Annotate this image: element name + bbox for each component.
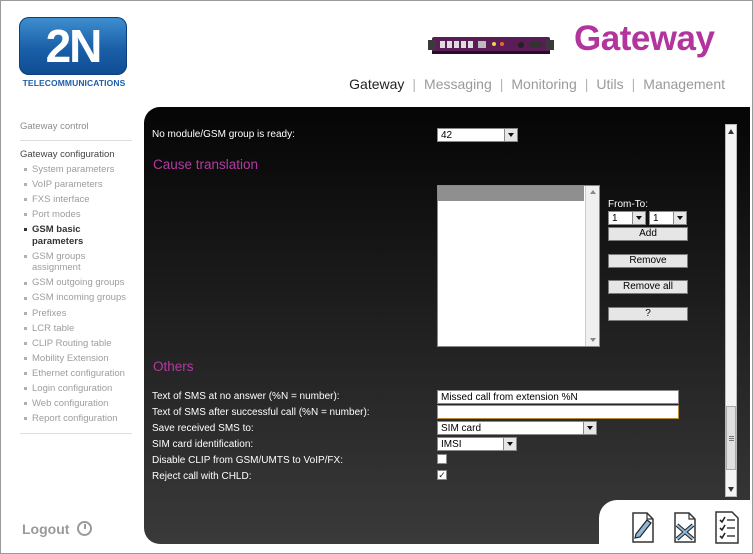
nav-separator: | xyxy=(499,76,504,92)
sms-after-call-label: Text of SMS after successful call (%N = … xyxy=(152,407,370,418)
scroll-up-icon xyxy=(728,129,734,134)
to-select[interactable]: 1 xyxy=(649,211,687,225)
sidebar-item-port-modes[interactable]: Port modes xyxy=(20,207,132,222)
logo-text: 2N xyxy=(45,20,103,72)
sidebar-item-system-parameters[interactable]: System parameters xyxy=(20,162,132,177)
sidebar-item-gsm-basic-parameters[interactable]: GSM basic parameters xyxy=(20,222,132,249)
no-module-value: 42 xyxy=(441,130,453,141)
sim-id-label: SIM card identification: xyxy=(152,439,254,450)
sms-after-call-input[interactable] xyxy=(437,405,679,419)
sidebar-item-voip-parameters[interactable]: VoIP parameters xyxy=(20,177,132,192)
nav-separator: | xyxy=(584,76,589,92)
from-select[interactable]: 1 xyxy=(608,211,646,225)
help-button[interactable]: ? xyxy=(608,307,688,321)
nav-messaging[interactable]: Messaging xyxy=(419,76,497,92)
no-module-label: No module/GSM group is ready: xyxy=(152,129,295,140)
panel-scrollbar[interactable] xyxy=(725,124,737,497)
others-title: Others xyxy=(153,359,194,374)
nav-management[interactable]: Management xyxy=(638,76,730,92)
sim-id-select[interactable]: IMSI xyxy=(437,437,517,451)
logout-button[interactable]: Logout xyxy=(22,521,93,537)
main-panel: No module/GSM group is ready: 42 Cause t… xyxy=(144,107,750,544)
sidebar-item-gsm-groups-assignment[interactable]: GSM groups assignment xyxy=(20,249,132,276)
disable-clip-label: Disable CLIP from GSM/UMTS to VoIP/FX: xyxy=(152,455,343,466)
sidebar-gateway-configuration[interactable]: Gateway configuration xyxy=(20,147,132,162)
reject-chld-label: Reject call with CHLD: xyxy=(152,471,252,482)
sidebar-item-ethernet-configuration[interactable]: Ethernet configuration xyxy=(20,366,132,381)
remove-all-button[interactable]: Remove all xyxy=(608,280,688,294)
sidebar-item-prefixes[interactable]: Prefixes xyxy=(20,306,132,321)
checklist-icon[interactable] xyxy=(711,508,741,546)
scroll-thumb[interactable] xyxy=(726,406,736,470)
reject-chld-checkbox[interactable]: ✓ xyxy=(437,470,447,480)
sidebar-item-web-configuration[interactable]: Web configuration xyxy=(20,396,132,411)
chevron-down-icon xyxy=(673,212,686,224)
sidebar-item-report-configuration[interactable]: Report configuration xyxy=(20,411,132,426)
scroll-down-icon xyxy=(728,487,734,492)
no-module-select[interactable]: 42 xyxy=(437,128,518,142)
sidebar-item-mobility-extension[interactable]: Mobility Extension xyxy=(20,351,132,366)
sidebar-item-login-configuration[interactable]: Login configuration xyxy=(20,381,132,396)
nav-utils[interactable]: Utils xyxy=(591,76,628,92)
logout-label: Logout xyxy=(22,521,70,537)
top-navigation: Gateway | Messaging | Monitoring | Utils | Manag… xyxy=(344,76,730,92)
chevron-down-icon xyxy=(583,422,596,434)
sidebar-item-clip-routing-table[interactable]: CLIP Routing table xyxy=(20,336,132,351)
nav-separator: | xyxy=(412,76,417,92)
list-selected-row[interactable] xyxy=(438,186,584,201)
from-to-label: From-To: xyxy=(608,199,648,210)
sidebar-gateway-control[interactable]: Gateway control xyxy=(20,119,132,134)
chevron-down-icon xyxy=(503,438,516,450)
sidebar-item-lcr-table[interactable]: LCR table xyxy=(20,321,132,336)
sidebar-divider xyxy=(20,432,132,434)
cause-translation-list[interactable] xyxy=(437,185,600,347)
sidebar-divider xyxy=(20,140,132,141)
nav-gateway[interactable]: Gateway xyxy=(344,76,409,92)
chevron-down-icon xyxy=(504,129,517,141)
add-button[interactable]: Add xyxy=(608,227,688,241)
sidebar-item-gsm-outgoing-groups[interactable]: GSM outgoing groups xyxy=(20,276,132,291)
nav-separator: | xyxy=(631,76,636,92)
from-value: 1 xyxy=(612,213,618,224)
sms-no-answer-label: Text of SMS at no answer (%N = number): xyxy=(152,391,340,402)
company-logo[interactable]: 2N TELECOMMUNICATIONS xyxy=(19,17,127,89)
disable-clip-checkbox[interactable] xyxy=(437,454,447,464)
cause-translation-title: Cause translation xyxy=(153,157,259,172)
scroll-down-icon xyxy=(590,338,596,342)
to-value: 1 xyxy=(653,213,659,224)
grip-icon xyxy=(729,436,734,437)
brand-title: Gateway xyxy=(574,19,715,58)
logo-subtitle: TELECOMMUNICATIONS xyxy=(22,78,126,88)
save-sms-value: SIM card xyxy=(441,423,482,434)
save-sms-label: Save received SMS to: xyxy=(152,423,254,434)
nav-monitoring[interactable]: Monitoring xyxy=(506,76,581,92)
sms-no-answer-input[interactable]: Missed call from extension %N xyxy=(437,390,679,404)
sim-id-value: IMSI xyxy=(441,439,462,450)
delete-icon[interactable] xyxy=(669,508,699,546)
edit-icon[interactable] xyxy=(627,508,657,546)
save-sms-select[interactable]: SIM card xyxy=(437,421,597,435)
scroll-up-icon xyxy=(590,190,596,194)
power-icon xyxy=(77,521,93,536)
tool-buttons xyxy=(599,500,752,553)
sidebar-item-gsm-incoming-groups[interactable]: GSM incoming groups xyxy=(20,291,132,306)
app-window: 2N TELECOMMUNICATIONS Gateway Gateway | Me… xyxy=(0,0,753,554)
remove-button[interactable]: Remove xyxy=(608,254,688,268)
chevron-down-icon xyxy=(632,212,645,224)
gateway-device-image xyxy=(428,37,554,54)
sidebar-item-fxs-interface[interactable]: FXS interface xyxy=(20,192,132,207)
sidebar: Gateway control Gateway configuration Sy… xyxy=(20,119,132,440)
list-scrollbar[interactable] xyxy=(585,186,599,346)
